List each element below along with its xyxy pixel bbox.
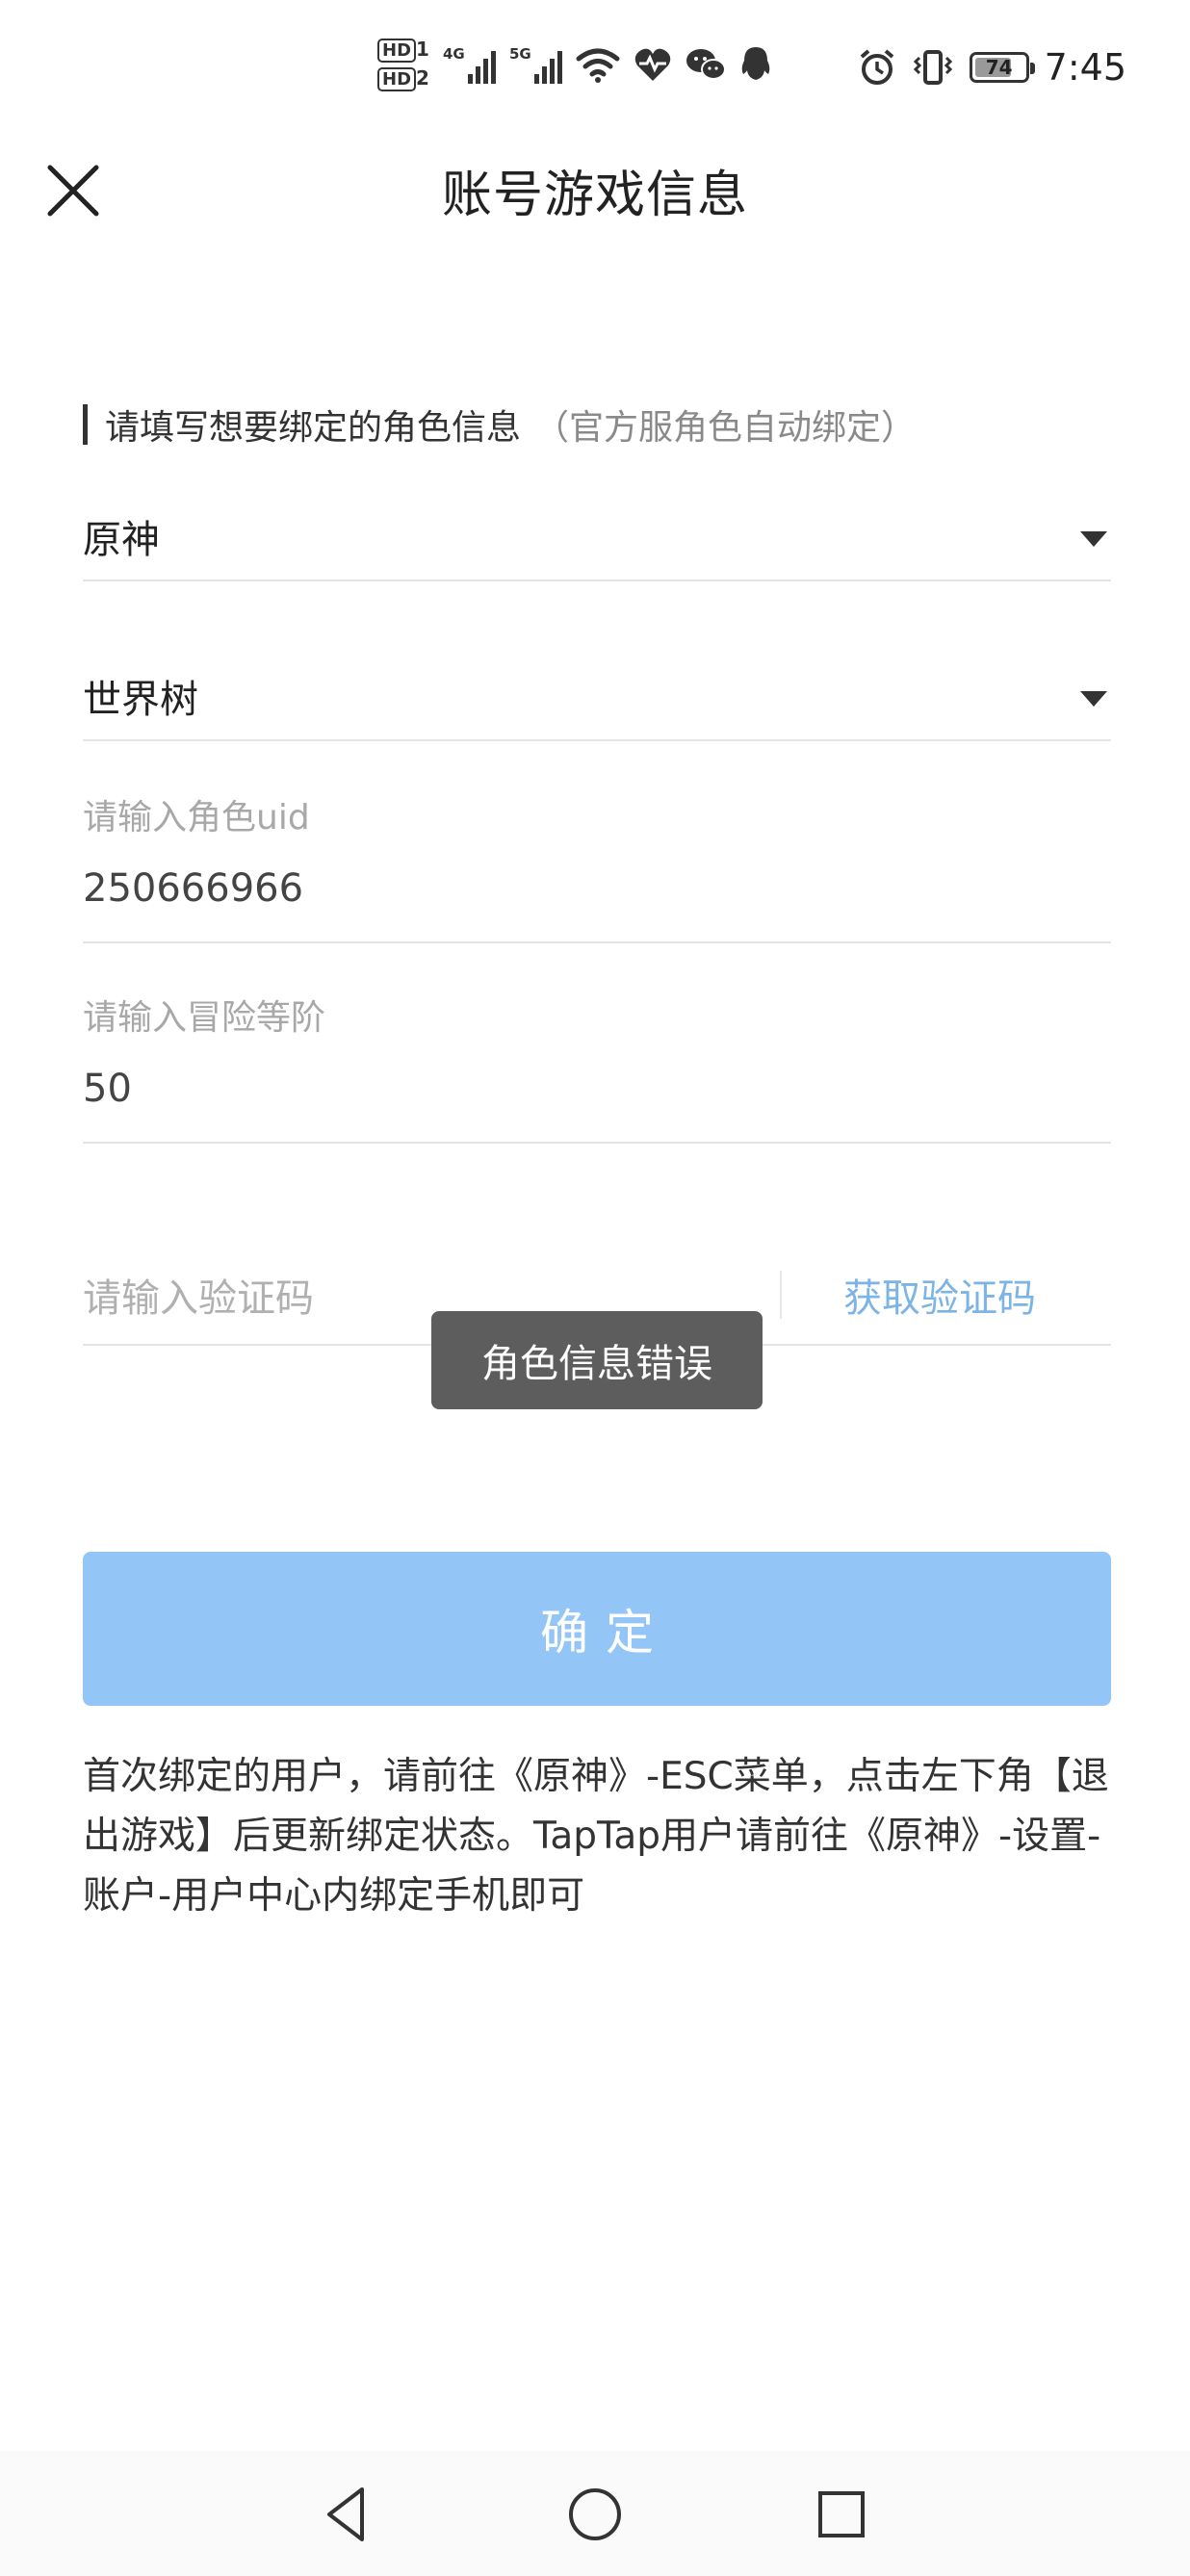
field-divider <box>780 1271 782 1319</box>
get-code-button[interactable]: 获取验证码 <box>843 1267 1036 1323</box>
section-label: 请填写想要绑定的角色信息 <box>105 408 522 448</box>
heart-pulse-icon <box>634 48 671 81</box>
clock: 7:45 <box>1044 46 1126 89</box>
verification-code-input[interactable]: 请输入验证码 <box>83 1267 314 1323</box>
signal-sim2-icon: 5G <box>509 45 562 84</box>
section-note: （官方服角色自动绑定） <box>534 408 917 448</box>
home-icon <box>569 2488 621 2540</box>
page-title: 账号游戏信息 <box>441 167 748 224</box>
game-select[interactable]: 原神 <box>83 489 1111 581</box>
home-button[interactable] <box>560 2480 630 2549</box>
uid-label: 请输入角色uid <box>83 798 310 837</box>
error-toast: 角色信息错误 <box>431 1311 763 1409</box>
section-accent-bar <box>83 404 88 445</box>
alarm-icon <box>860 49 893 85</box>
rank-value: 50 <box>83 1067 132 1111</box>
signal-sim1-icon: 4G <box>443 45 496 84</box>
wifi-icon <box>576 48 620 83</box>
hd2-indicator: HD 2 <box>377 66 429 91</box>
hd1-indicator: HD 1 <box>377 38 429 63</box>
status-right: 74 7:45 <box>858 35 1126 100</box>
status-bar: HD 1 HD 2 4G 5G 74 7:45 <box>0 0 1190 135</box>
dropdown-arrow-icon <box>1080 691 1107 707</box>
system-nav-bar <box>0 2451 1190 2576</box>
rank-field[interactable]: 请输入冒险等阶 50 <box>83 982 1111 1144</box>
title-bar: 账号游戏信息 <box>0 135 1190 243</box>
uid-field[interactable]: 请输入角色uid 250666966 <box>83 780 1111 943</box>
hd-indicators: HD 1 HD 2 <box>377 38 429 91</box>
uid-value: 250666966 <box>83 866 304 911</box>
server-select-value: 世界树 <box>83 678 198 722</box>
server-select[interactable]: 世界树 <box>83 649 1111 741</box>
confirm-button[interactable]: 确定 <box>83 1552 1111 1706</box>
back-icon <box>327 2487 364 2541</box>
back-button[interactable] <box>314 2480 383 2549</box>
vibrate-icon <box>913 50 952 85</box>
binding-notice: 首次绑定的用户，请前往《原神》-ESC菜单，点击左下角【退出游戏】后更新绑定状态… <box>83 1755 1109 1918</box>
app-screen: HD 1 HD 2 4G 5G 74 7:45 账号游戏信息 请填写想要绑定的角… <box>0 0 1190 2576</box>
dropdown-arrow-icon <box>1080 531 1107 547</box>
qq-icon <box>741 47 770 80</box>
battery-indicator: 74 <box>969 52 1035 83</box>
game-select-value: 原神 <box>83 518 160 562</box>
recents-button[interactable] <box>807 2480 876 2549</box>
section-heading: 请填写想要绑定的角色信息 （官方服角色自动绑定） <box>83 400 916 449</box>
wechat-icon <box>686 49 726 80</box>
battery-percent: 74 <box>985 56 1013 79</box>
status-left: HD 1 HD 2 4G 5G <box>377 31 772 98</box>
rank-label: 请输入冒险等阶 <box>83 998 326 1038</box>
recents-icon <box>818 2491 865 2537</box>
